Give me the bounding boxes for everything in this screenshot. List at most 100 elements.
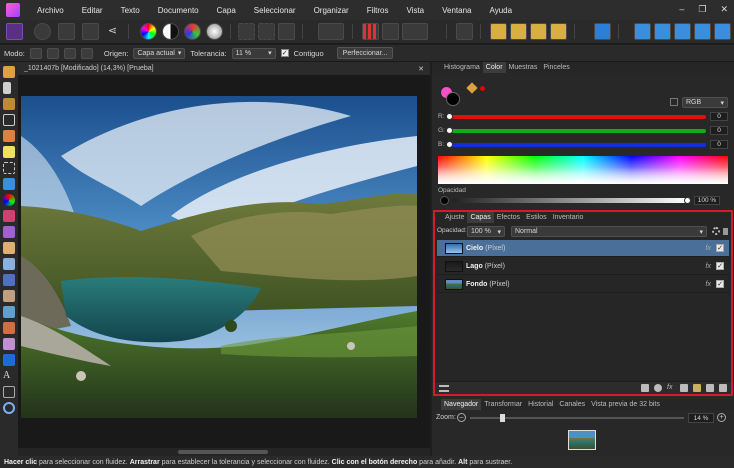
slider-g-value[interactable]: 0 (710, 126, 728, 135)
layer-fx-icon[interactable]: fx (706, 263, 711, 270)
tab-adjustment[interactable]: Ajuste (442, 212, 467, 223)
fill-tool-icon[interactable] (3, 178, 15, 190)
slider-r-value[interactable]: 0 (710, 112, 728, 121)
boolean-divide-icon[interactable] (714, 23, 731, 40)
select-all-icon[interactable] (238, 23, 255, 40)
menu-item-editar[interactable]: Editar (73, 6, 112, 15)
contiguous-checkbox[interactable]: ✓ (280, 49, 289, 57)
boolean-intersect-icon[interactable] (674, 23, 691, 40)
flood-select-tool-icon[interactable] (3, 146, 15, 158)
menu-item-ayuda[interactable]: Ayuda (481, 6, 522, 15)
tab-effects[interactable]: Efectos (494, 212, 523, 223)
lock-icon[interactable] (670, 98, 678, 106)
mode-subtract-button[interactable] (63, 47, 76, 59)
photo-canvas[interactable] (21, 96, 417, 418)
layer-row-lago[interactable]: Lago (Píxel) fx ✓ (437, 258, 729, 275)
slider-b-knob[interactable] (446, 141, 453, 148)
tone-mapping-persona-icon[interactable] (82, 23, 99, 40)
marquee-tool-icon[interactable] (3, 162, 15, 174)
horizontal-scrollbar[interactable] (18, 448, 430, 456)
menu-item-vista[interactable]: Vista (397, 6, 433, 15)
text-tool-icon[interactable]: A (3, 370, 15, 382)
menu-item-organizar[interactable]: Organizar (305, 6, 358, 15)
navigator-thumbnail[interactable] (568, 430, 596, 450)
close-window-button[interactable]: ✕ (720, 4, 728, 15)
color-picker-tool-icon[interactable] (3, 98, 15, 110)
share-icon[interactable]: ⋖ (104, 23, 121, 40)
no-color-icon[interactable] (480, 86, 485, 91)
arrange-forward-icon[interactable] (530, 23, 547, 40)
layer-visibility-checkbox[interactable]: ✓ (716, 244, 724, 252)
zoom-slider-knob[interactable] (499, 414, 505, 422)
opacity-knob[interactable] (684, 197, 691, 204)
clone-tool-icon[interactable] (3, 274, 15, 286)
arrange-backward-icon[interactable] (510, 23, 527, 40)
close-document-icon[interactable]: ✕ (418, 65, 424, 73)
tolerance-field[interactable]: 11 % ▾ (231, 47, 276, 59)
healing-tool-icon[interactable] (3, 290, 15, 302)
scrollbar-thumb[interactable] (178, 450, 268, 454)
delete-layer-icon[interactable] (719, 384, 727, 392)
tab-histogram[interactable]: Histograma (441, 62, 483, 73)
arrange-back-icon[interactable] (490, 23, 507, 40)
layer-visibility-checkbox[interactable]: ✓ (716, 280, 724, 288)
menu-item-filtros[interactable]: Filtros (358, 6, 398, 15)
slider-r[interactable]: R: 0 (438, 112, 728, 121)
tab-channels[interactable]: Canales (556, 399, 588, 410)
arrange-front-icon[interactable] (550, 23, 567, 40)
layer-lock-icon[interactable] (723, 228, 728, 235)
auto-levels-icon[interactable] (140, 23, 157, 40)
move-tool-icon[interactable] (3, 82, 11, 94)
layer-fx-icon[interactable]: fx (706, 281, 711, 288)
auto-white-balance-icon[interactable] (206, 23, 223, 40)
boolean-xor-icon[interactable] (694, 23, 711, 40)
deselect-icon[interactable] (258, 23, 275, 40)
auto-contrast-icon[interactable] (162, 23, 179, 40)
assistant-icon[interactable] (362, 23, 379, 40)
maximize-button[interactable]: ❐ (698, 4, 706, 15)
slider-g-knob[interactable] (446, 127, 453, 134)
snapping-icon[interactable] (382, 23, 399, 40)
opacity-slider[interactable] (452, 198, 688, 203)
tab-navigator[interactable]: Navegador (441, 399, 482, 410)
dodge-tool-icon[interactable] (3, 258, 15, 270)
tab-stock[interactable]: Inventario (550, 212, 587, 223)
mode-new-button[interactable] (29, 47, 42, 59)
crop-tool-icon[interactable] (3, 114, 15, 126)
gradient-tool-icon[interactable] (3, 194, 15, 206)
slider-r-knob[interactable] (446, 113, 453, 120)
zoom-tool-icon[interactable] (3, 402, 15, 414)
tab-transform[interactable]: Transformar (481, 399, 525, 410)
magnet-icon[interactable] (402, 23, 428, 40)
minimize-button[interactable]: – (679, 4, 684, 15)
slider-b-value[interactable]: 0 (710, 140, 728, 149)
mode-add-button[interactable] (46, 47, 59, 59)
boolean-add-icon[interactable] (634, 23, 651, 40)
brush-tool-icon[interactable] (3, 210, 15, 222)
add-layer-icon[interactable] (706, 384, 714, 392)
live-filter-icon[interactable]: fx (667, 384, 675, 392)
canvas-area[interactable] (18, 75, 430, 448)
opacity-value[interactable]: 100 % (694, 196, 720, 205)
photo-persona-icon[interactable] (6, 23, 23, 40)
slider-b-track[interactable] (448, 142, 706, 147)
zoom-in-icon[interactable]: + (717, 413, 726, 422)
tab-32bit-preview[interactable]: Vista previa de 32 bits (588, 399, 663, 410)
primary-color-swatch[interactable] (446, 92, 460, 106)
eyedropper-icon[interactable] (466, 82, 478, 94)
color-spectrum[interactable] (438, 156, 728, 184)
layer-row-cielo[interactable]: Cielo (Píxel) fx ✓ (437, 240, 729, 257)
layer-opacity-field[interactable]: 100 % ▾ (467, 226, 505, 237)
layer-settings-icon[interactable] (712, 227, 720, 235)
blur-tool-icon[interactable] (3, 306, 15, 318)
zoom-value[interactable]: 14 % (688, 413, 714, 423)
pen-tool-icon[interactable] (3, 338, 15, 350)
tab-layers[interactable]: Capas (467, 212, 494, 223)
paint-brush-tool-icon[interactable] (3, 130, 15, 142)
slider-r-track[interactable] (448, 114, 706, 119)
layer-visibility-checkbox[interactable]: ✓ (716, 262, 724, 270)
menu-item-capa[interactable]: Capa (208, 6, 245, 15)
pixel-layer-icon[interactable] (680, 384, 688, 392)
menu-item-ventana[interactable]: Ventana (433, 6, 480, 15)
rectangle-tool-icon[interactable] (3, 354, 15, 366)
